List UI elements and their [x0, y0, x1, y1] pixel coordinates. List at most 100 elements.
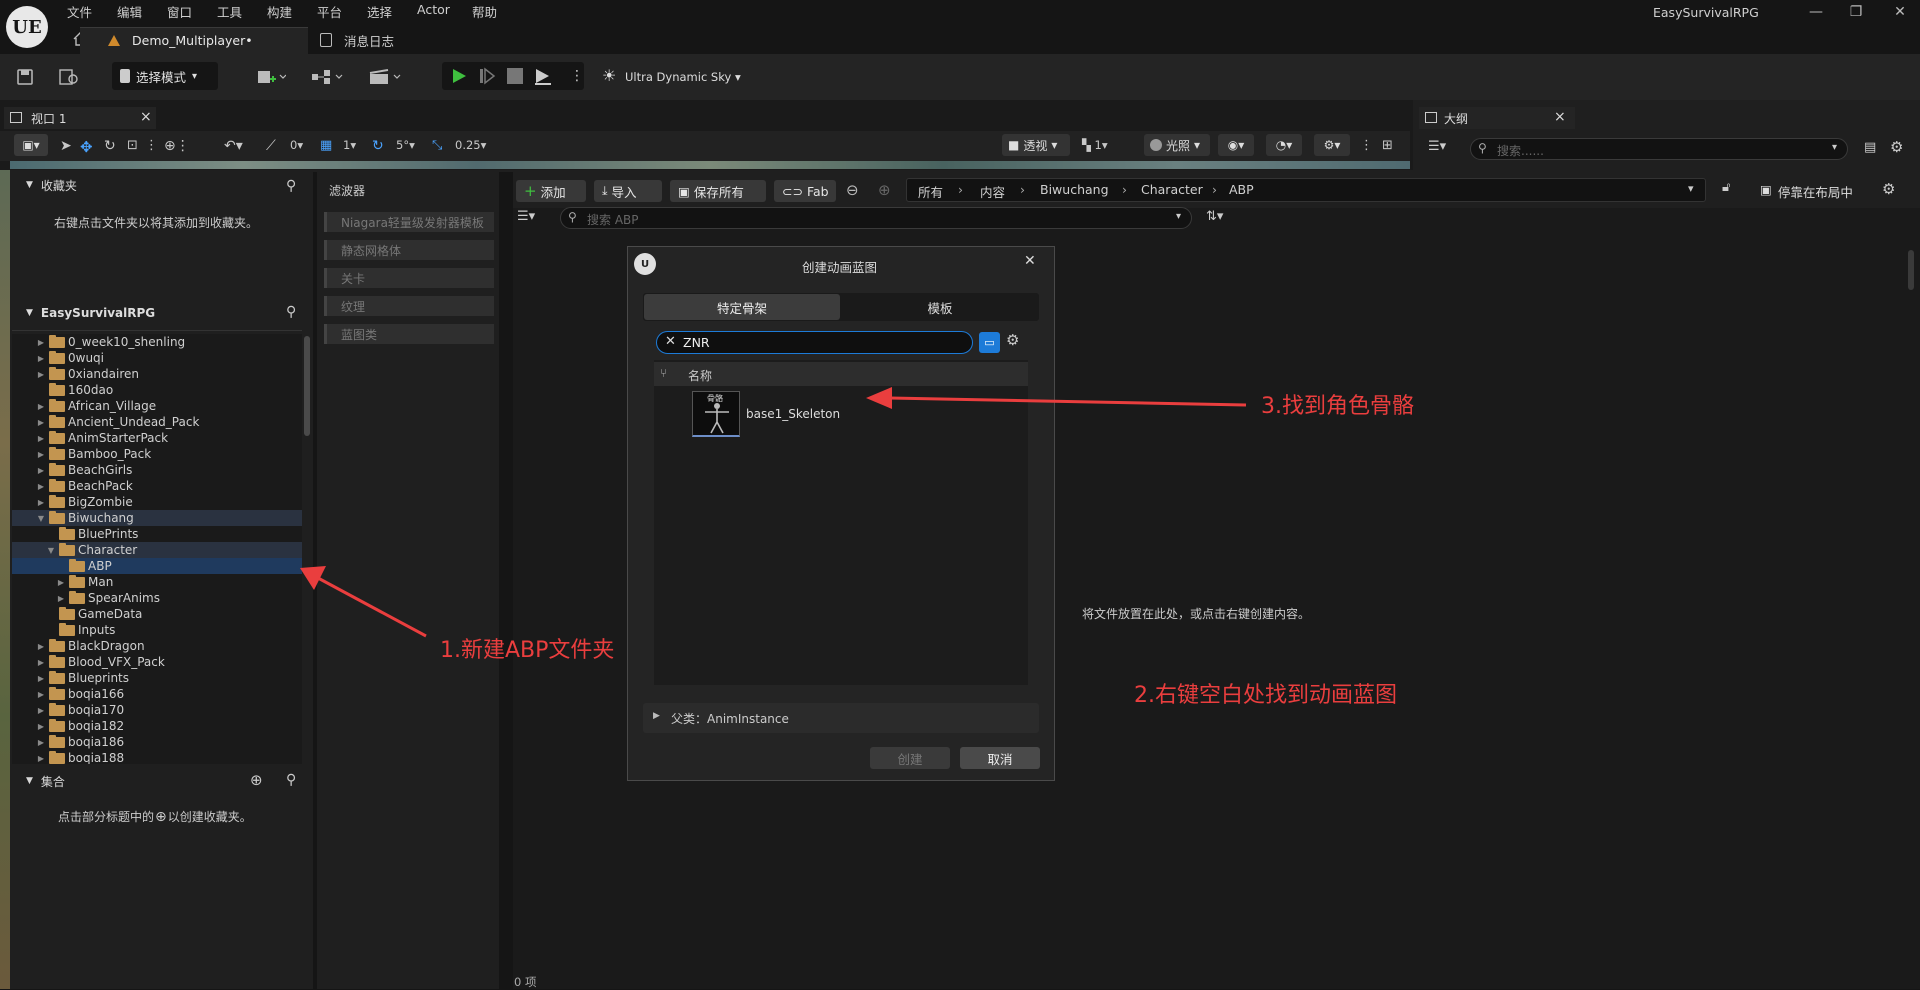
tree-folder[interactable]: ▶ BeachGirls [12, 462, 302, 478]
close-window-button[interactable]: ✕ [1884, 0, 1916, 24]
expand-arrow-icon[interactable]: ▼ [46, 546, 56, 555]
filter-texture[interactable]: 纹理 [324, 296, 494, 316]
lock-icon[interactable]: 🔓︎ [1722, 180, 1730, 195]
tree-folder[interactable]: ▶ BlackDragon [12, 638, 302, 654]
expand-arrow-icon[interactable]: ▶ [36, 482, 46, 491]
unreal-logo[interactable]: UE [6, 6, 48, 48]
asset-scrollbar[interactable] [1908, 250, 1914, 290]
favorites-search-icon[interactable]: ⚲ [286, 178, 296, 194]
outliner-search-input[interactable]: ⚲ 搜索...... ▾ [1470, 138, 1848, 160]
skeleton-thumbnail[interactable]: 骨骼 [692, 391, 740, 437]
tree-folder[interactable]: GameData [12, 606, 302, 622]
content-settings-icon[interactable]: ⚙ [1882, 180, 1895, 198]
project-search-icon[interactable]: ⚲ [286, 304, 296, 320]
dock-in-layout-button[interactable]: ▣ 停靠在布局中 [1760, 182, 1853, 201]
filter-static-mesh[interactable]: 静态网格体 [324, 240, 494, 260]
play-icon[interactable] [450, 67, 468, 85]
tree-folder[interactable]: BluePrints [12, 526, 302, 542]
tab-template[interactable]: 模板 [842, 294, 1038, 320]
menu-edit[interactable]: 编辑 [117, 2, 142, 21]
expand-arrow-icon[interactable]: ▶ [36, 370, 46, 379]
import-button[interactable]: ⤓ 导入 [594, 180, 662, 202]
clear-icon[interactable]: ✕ [665, 334, 676, 349]
save-all-button[interactable]: ▣ 保存所有 [670, 180, 766, 202]
expand-arrow-icon[interactable]: ▶ [36, 642, 46, 651]
tree-folder[interactable]: ▶ 0xiandairen [12, 366, 302, 382]
save-icon[interactable] [16, 68, 34, 86]
menu-actor[interactable]: Actor [417, 2, 450, 17]
blueprint-icon[interactable] [310, 67, 346, 87]
more-tools-icon[interactable]: ⋮ [145, 138, 158, 153]
filter-niagara[interactable]: Niagara轻量级发射器模板 [324, 212, 494, 232]
expand-arrow-icon[interactable]: ▶ [36, 658, 46, 667]
expand-arrow-icon[interactable]: ▶ [36, 738, 46, 747]
grid-size-value[interactable]: 1▾ [343, 138, 356, 152]
cancel-button[interactable]: 取消 [960, 747, 1040, 769]
collections-search-icon[interactable]: ⚲ [286, 772, 296, 788]
menu-help[interactable]: 帮助 [472, 2, 497, 21]
menu-select[interactable]: 选择 [367, 2, 392, 21]
expand-arrow-icon[interactable]: ▶ [36, 402, 46, 411]
move-tool-icon[interactable]: ✥ [80, 138, 93, 156]
perspective-button[interactable]: ■ 透视 ▾ [1002, 134, 1070, 156]
tree-folder[interactable]: ▶ AnimStarterPack [12, 430, 302, 446]
lighting-button[interactable]: 光照 ▾ [1144, 134, 1210, 156]
outliner-close-icon[interactable]: × [1554, 109, 1566, 125]
breadcrumb-biwuchang[interactable]: Biwuchang [1040, 182, 1109, 197]
scalability-icon[interactable]: ◔▾ [1266, 134, 1302, 156]
expand-arrow-icon[interactable]: ▶ [36, 434, 46, 443]
tree-folder[interactable]: ▼ Biwuchang [12, 510, 302, 526]
show-flags-icon[interactable]: ◉▾ [1218, 134, 1254, 156]
filter-blueprint-class[interactable]: 蓝图类 [324, 324, 494, 344]
expand-arrow-icon[interactable]: ▶ [56, 578, 66, 587]
sort-icon[interactable]: ⇅▾ [1206, 209, 1223, 224]
tree-folder[interactable]: ▼ Character [12, 542, 302, 558]
add-collection-icon[interactable]: ⊕ [250, 771, 263, 789]
tree-folder[interactable]: ▶ SpearAnims [12, 590, 302, 606]
tree-folder[interactable]: ▶ boqia166 [12, 686, 302, 702]
tree-folder[interactable]: ▶ boqia170 [12, 702, 302, 718]
menu-build[interactable]: 构建 [267, 2, 292, 21]
expand-arrow-icon[interactable]: ▶ [36, 498, 46, 507]
tab-outliner[interactable]: 大纲 × [1419, 107, 1575, 129]
step-icon[interactable] [478, 67, 496, 85]
menu-window[interactable]: 窗口 [167, 2, 192, 21]
surface-snap-icon[interactable]: ↶▾ [224, 138, 243, 154]
tree-folder[interactable]: ▶ boqia188 [12, 750, 302, 764]
menu-platform[interactable]: 平台 [317, 2, 342, 21]
scale-tool-icon[interactable]: ⊡ [127, 138, 138, 153]
splitter[interactable] [499, 172, 513, 989]
sky-selector[interactable]: Ultra Dynamic Sky ▾ [625, 70, 741, 84]
parent-class-row[interactable]: ▶ 父类：AnimInstance [643, 703, 1039, 733]
select-tool-icon[interactable]: ➤ [60, 138, 72, 154]
tree-folder[interactable]: ▶ Ancient_Undead_Pack [12, 414, 302, 430]
tree-folder[interactable]: Inputs [12, 622, 302, 638]
tree-folder[interactable]: ▶ 0wuqi [12, 350, 302, 366]
scale-snap-value[interactable]: 0.25▾ [455, 138, 486, 152]
expand-arrow-icon[interactable]: ▶ [36, 754, 46, 763]
expand-arrow-icon[interactable]: ▶ [36, 466, 46, 475]
world-space-icon[interactable]: ⊕⋮ [164, 138, 190, 154]
forward-icon[interactable]: ⊕ [878, 181, 891, 199]
tree-folder[interactable]: ▶ boqia186 [12, 734, 302, 750]
tree-folder[interactable]: ▶ Bamboo_Pack [12, 446, 302, 462]
expand-arrow-icon[interactable]: ▶ [36, 690, 46, 699]
tree-folder[interactable]: ▶ boqia182 [12, 718, 302, 734]
stop-icon[interactable] [507, 68, 523, 84]
expand-arrow-icon[interactable]: ▶ [36, 674, 46, 683]
view-options-icon[interactable]: ⚙ [1006, 331, 1019, 349]
viewport-scene[interactable] [10, 161, 1410, 169]
rotation-snap-icon[interactable]: ↻ [372, 138, 384, 154]
breadcrumb-character[interactable]: Character [1141, 182, 1203, 197]
tree-folder[interactable]: ▶ Blueprints [12, 670, 302, 686]
camera-speed[interactable]: ▚ 1▾ [1082, 138, 1108, 152]
chevron-down-icon[interactable]: ▾ [1688, 182, 1694, 195]
breadcrumb-all[interactable]: 所有 [918, 182, 943, 201]
more-options-icon[interactable]: ⋮ [570, 66, 584, 86]
tree-folder[interactable]: ▶ BigZombie [12, 494, 302, 510]
expand-arrow-icon[interactable]: ▼ [36, 514, 46, 523]
project-header[interactable]: ▼ EasySurvivalRPG [10, 300, 313, 326]
transform-menu-icon[interactable]: ▣▾ [14, 134, 48, 156]
expand-arrow-icon[interactable]: ▶ [36, 706, 46, 715]
tree-folder[interactable]: 160dao [12, 382, 302, 398]
